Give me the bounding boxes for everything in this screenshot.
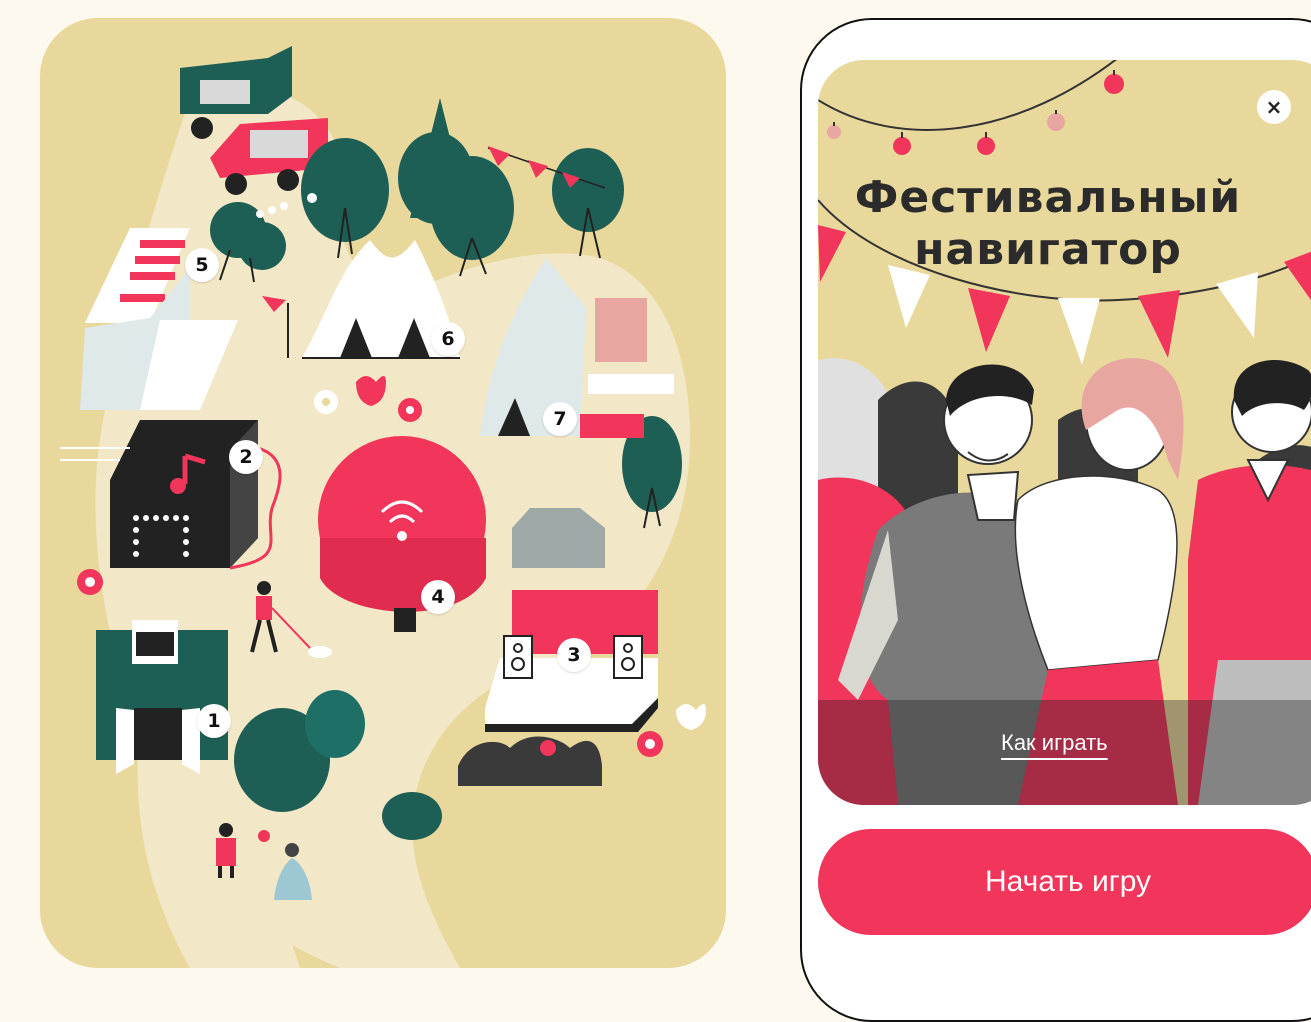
map-illustration (60, 46, 706, 968)
festival-map: 1 2 3 4 5 6 7 (40, 18, 726, 968)
cinema-1 (96, 620, 228, 774)
map-marker-7[interactable]: 7 (543, 402, 577, 436)
close-icon: × (1265, 95, 1283, 119)
map-marker-2[interactable]: 2 (229, 440, 263, 474)
map-marker-4[interactable]: 4 (421, 580, 455, 614)
hero-illustration: Фестивальный навигатор × Как играть (818, 60, 1311, 805)
map-marker-3[interactable]: 3 (557, 638, 591, 672)
title-line-2: навигатор (914, 224, 1182, 275)
close-button[interactable]: × (1257, 90, 1291, 124)
map-marker-1[interactable]: 1 (197, 704, 231, 738)
title-line-1: Фестивальный (854, 172, 1242, 223)
map-marker-5[interactable]: 5 (185, 248, 219, 282)
how-to-play-link[interactable]: Как играть (1001, 728, 1108, 758)
screen-title: Фестивальный навигатор (818, 172, 1278, 276)
start-game-button[interactable]: Начать игру (818, 829, 1311, 935)
map-marker-6[interactable]: 6 (431, 322, 465, 356)
